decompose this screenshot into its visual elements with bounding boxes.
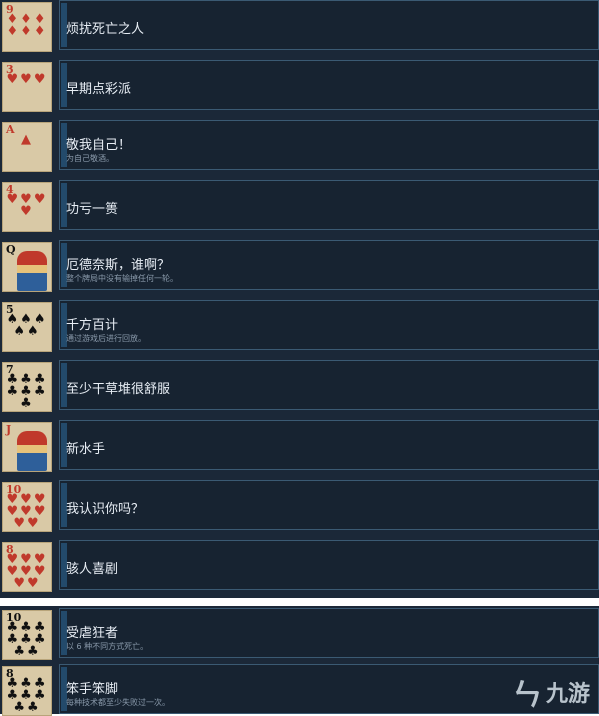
playing-card-icon: Q bbox=[2, 242, 52, 292]
card-pips: ♥♥♥♥♥♥♥♥ bbox=[6, 552, 48, 591]
achievement-title: 早期点彩派 bbox=[66, 82, 132, 97]
card-pips: ▲ bbox=[21, 132, 33, 147]
watermark: ㄣ 九游 bbox=[512, 666, 599, 713]
card-pips: ♣♣♣♣♣♣♣ bbox=[6, 372, 48, 411]
playing-card-icon: 9 ♦♦♦♦♦♦ bbox=[2, 2, 52, 52]
watermark-text: 九游 bbox=[546, 682, 591, 707]
achievement-info-box bbox=[59, 540, 599, 590]
card-pips: ♦♦♦♦♦♦ bbox=[6, 12, 48, 39]
card-pips: ♣♣♣♣♣♣♣♣ bbox=[6, 620, 48, 659]
card-pips: ♥♥♥♥♥♥♥♥ bbox=[6, 492, 48, 531]
achievement-title: 我认识你吗？ bbox=[66, 502, 145, 517]
playing-card-icon: 10 ♥♥♥♥♥♥♥♥ bbox=[2, 482, 52, 532]
playing-card-icon: A ▲ bbox=[2, 122, 52, 172]
achievement-info-box bbox=[59, 120, 599, 170]
card-pips: ♠♠♠♠♠ bbox=[6, 312, 48, 339]
logo-icon: ㄣ bbox=[512, 678, 542, 713]
achievement-info-box bbox=[59, 180, 599, 230]
achievement-title: 千方百计 bbox=[66, 318, 119, 333]
card-rank: J bbox=[6, 423, 12, 436]
playing-card-icon: 8 ♥♥♥♥♥♥♥♥ bbox=[2, 542, 52, 592]
achievement-title: 骇人喜剧 bbox=[66, 562, 119, 577]
achievement-title: 功亏一篑 bbox=[66, 202, 119, 217]
playing-card-icon: 4 ♥♥♥♥ bbox=[2, 182, 52, 232]
card-pips: ♣♣♣♣♣♣♣♣ bbox=[6, 676, 48, 715]
face-card-figure-icon bbox=[17, 431, 47, 471]
achievement-title: 新水手 bbox=[66, 442, 106, 457]
playing-card-icon: 3 ♥♥♥ bbox=[2, 62, 52, 112]
achievement-info-box bbox=[59, 420, 599, 470]
achievement-title: 受虐狂者 bbox=[66, 626, 119, 641]
achievement-description: 每种技术都至少失败过一次。 bbox=[66, 698, 170, 707]
playing-card-icon: 5 ♠♠♠♠♠ bbox=[2, 302, 52, 352]
achievement-info-box bbox=[59, 60, 599, 110]
playing-card-icon: 7 ♣♣♣♣♣♣♣ bbox=[2, 362, 52, 412]
achievement-description: 为自己敬酒。 bbox=[66, 154, 114, 163]
achievement-description: 通过游戏后进行回放。 bbox=[66, 334, 146, 343]
playing-card-icon: J bbox=[2, 422, 52, 472]
achievement-description: 整个牌局中没有输掉任何一轮。 bbox=[66, 274, 178, 283]
achievement-title: 敬我自己！ bbox=[66, 138, 132, 153]
achievement-title: 笨手笨脚 bbox=[66, 682, 119, 697]
achievement-title: 烦扰死亡之人 bbox=[66, 22, 145, 37]
achievement-description: 以 6 种不同方式死亡。 bbox=[66, 642, 149, 651]
achievement-title: 厄德奈斯，谁啊？ bbox=[66, 258, 171, 273]
card-pips: ♥♥♥ bbox=[6, 72, 48, 87]
playing-card-icon: 10 ♣♣♣♣♣♣♣♣ bbox=[2, 610, 52, 660]
face-card-figure-icon bbox=[17, 251, 47, 291]
playing-card-icon: 8 ♣♣♣♣♣♣♣♣ bbox=[2, 666, 52, 716]
card-rank: Q bbox=[6, 243, 16, 256]
card-pips: ♥♥♥♥ bbox=[6, 192, 48, 219]
achievement-title: 至少干草堆很舒服 bbox=[66, 382, 171, 397]
